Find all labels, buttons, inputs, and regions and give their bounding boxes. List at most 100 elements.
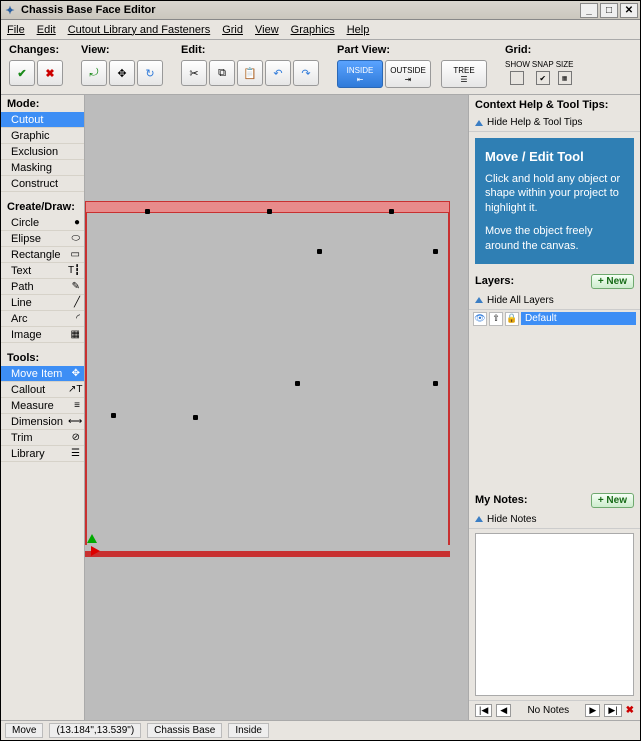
right-panel: Context Help & Tool Tips: Hide Help & To… bbox=[469, 95, 640, 720]
view-label: View: bbox=[81, 44, 163, 56]
tool-trim[interactable]: Trim⊘ bbox=[1, 430, 84, 446]
status-bar: Move (13.184",13.539") Chassis Base Insi… bbox=[1, 720, 640, 740]
layer-name[interactable]: Default bbox=[521, 312, 636, 325]
draw-arc[interactable]: Arc◜ bbox=[1, 311, 84, 327]
lock-icon[interactable]: 🔒 bbox=[505, 312, 519, 326]
grid-show-check[interactable] bbox=[510, 71, 524, 85]
accept-button[interactable]: ✔ bbox=[9, 60, 35, 86]
create-header: Create/Draw: bbox=[1, 198, 84, 215]
tool-measure[interactable]: Measure≡ bbox=[1, 398, 84, 414]
tree-button[interactable]: TREE☰ bbox=[441, 60, 487, 88]
menu-view[interactable]: View bbox=[255, 24, 279, 36]
grid-size-button[interactable]: ▦ bbox=[558, 71, 572, 85]
tool-callout[interactable]: Callout↗T bbox=[1, 382, 84, 398]
note-prev-button[interactable]: ◀ bbox=[496, 704, 511, 717]
redo-button[interactable]: ↷ bbox=[293, 60, 319, 86]
note-first-button[interactable]: |◀ bbox=[475, 704, 492, 717]
grid-label: Grid: bbox=[505, 44, 573, 56]
menu-file[interactable]: File bbox=[7, 24, 25, 36]
changes-label: Changes: bbox=[9, 44, 63, 56]
cut-button[interactable]: ✂ bbox=[181, 60, 207, 86]
status-coord: (13.184",13.539") bbox=[49, 723, 141, 738]
menu-bar: File Edit Cutout Library and Fasteners G… bbox=[1, 20, 640, 40]
draw-rectangle[interactable]: Rectangle▭ bbox=[1, 247, 84, 263]
draw-circle[interactable]: Circle● bbox=[1, 215, 84, 231]
axis-x-arrow bbox=[91, 546, 100, 556]
zoom-fit-button[interactable]: ⤾ bbox=[81, 60, 107, 86]
note-new-button[interactable]: + New bbox=[591, 493, 634, 508]
text-icon: T┇ bbox=[68, 265, 80, 276]
layer-new-button[interactable]: + New bbox=[591, 274, 634, 289]
draw-text[interactable]: TextT┇ bbox=[1, 263, 84, 279]
group-changes: Changes: ✔ ✖ bbox=[9, 44, 63, 86]
tools-header: Tools: bbox=[1, 349, 84, 366]
reject-button[interactable]: ✖ bbox=[37, 60, 63, 86]
tooltip-body-1: Click and hold any object or shape withi… bbox=[485, 172, 624, 217]
draw-line[interactable]: Line╱ bbox=[1, 295, 84, 311]
notes-textarea[interactable] bbox=[475, 533, 634, 696]
mode-construct[interactable]: Construct bbox=[1, 176, 84, 192]
note-last-button[interactable]: ▶| bbox=[604, 704, 621, 717]
menu-edit[interactable]: Edit bbox=[37, 24, 56, 36]
window-title: Chassis Base Face Editor bbox=[21, 4, 156, 16]
title-bar: ✦ Chassis Base Face Editor _ □ ✕ bbox=[1, 1, 640, 20]
group-view: View: ⤾ ✥ ↻ bbox=[81, 44, 163, 86]
up-icon[interactable]: ⇧ bbox=[489, 312, 503, 326]
collapse-icon bbox=[475, 120, 483, 126]
tooltip-title: Move / Edit Tool bbox=[485, 148, 624, 166]
grid-show-label: SHOW bbox=[505, 60, 530, 69]
mode-header: Mode: bbox=[1, 95, 84, 112]
draw-ellipse[interactable]: Elipse⬭ bbox=[1, 231, 84, 247]
maximize-button[interactable]: □ bbox=[600, 3, 618, 18]
tooltip-body-2: Move the object freely around the canvas… bbox=[485, 224, 624, 254]
tool-move-item[interactable]: Move Item✥ bbox=[1, 366, 84, 382]
tips-header: Context Help & Tool Tips: bbox=[469, 95, 640, 114]
mode-graphic[interactable]: Graphic bbox=[1, 128, 84, 144]
partview-label: Part View: bbox=[337, 44, 487, 56]
notes-hide[interactable]: Hide Notes bbox=[469, 511, 640, 529]
image-icon: ▦ bbox=[68, 329, 80, 340]
refresh-button[interactable]: ↻ bbox=[137, 60, 163, 86]
paste-button[interactable]: 📋 bbox=[237, 60, 263, 86]
menu-help[interactable]: Help bbox=[347, 24, 370, 36]
arc-icon: ◜ bbox=[68, 313, 80, 324]
group-grid: Grid: SHOW SNAP✔ SIZE▦ bbox=[505, 44, 573, 85]
inside-button[interactable]: INSIDE⇤ bbox=[337, 60, 383, 88]
edit-label: Edit: bbox=[181, 44, 319, 56]
group-edit: Edit: ✂ ⧉ 📋 ↶ ↷ bbox=[181, 44, 319, 86]
note-delete-button[interactable]: ✖ bbox=[626, 705, 634, 716]
mode-exclusion[interactable]: Exclusion bbox=[1, 144, 84, 160]
app-icon: ✦ bbox=[3, 3, 17, 17]
chassis-face[interactable] bbox=[85, 201, 450, 557]
eye-icon[interactable]: 👁 bbox=[473, 312, 487, 326]
move-icon: ✥ bbox=[68, 368, 80, 379]
note-next-button[interactable]: ▶ bbox=[585, 704, 600, 717]
draw-image[interactable]: Image▦ bbox=[1, 327, 84, 343]
grid-snap-label: SNAP bbox=[532, 60, 554, 69]
pan-button[interactable]: ✥ bbox=[109, 60, 135, 86]
grid-snap-check[interactable]: ✔ bbox=[536, 71, 550, 85]
tips-hide[interactable]: Hide Help & Tool Tips bbox=[469, 114, 640, 132]
group-partview: Part View: INSIDE⇤ OUTSIDE⇥ TREE☰ bbox=[337, 44, 487, 88]
layer-row[interactable]: 👁 ⇧ 🔒 Default bbox=[469, 310, 640, 328]
trim-icon: ⊘ bbox=[68, 432, 80, 443]
menu-cutout-library[interactable]: Cutout Library and Fasteners bbox=[68, 24, 210, 36]
copy-button[interactable]: ⧉ bbox=[209, 60, 235, 86]
outside-button[interactable]: OUTSIDE⇥ bbox=[385, 60, 431, 88]
mode-masking[interactable]: Masking bbox=[1, 160, 84, 176]
minimize-button[interactable]: _ bbox=[580, 3, 598, 18]
layers-header: Layers: + New bbox=[469, 270, 640, 292]
path-icon: ✎ bbox=[68, 281, 80, 292]
tool-dimension[interactable]: Dimension⟷ bbox=[1, 414, 84, 430]
tool-library[interactable]: Library☰ bbox=[1, 446, 84, 462]
menu-graphics[interactable]: Graphics bbox=[291, 24, 335, 36]
toolbar: Changes: ✔ ✖ View: ⤾ ✥ ↻ Edit: ✂ ⧉ 📋 ↶ ↷ bbox=[1, 40, 640, 95]
notes-nav: |◀ ◀ No Notes ▶ ▶| ✖ bbox=[469, 700, 640, 720]
close-button[interactable]: ✕ bbox=[620, 3, 638, 18]
draw-path[interactable]: Path✎ bbox=[1, 279, 84, 295]
mode-cutout[interactable]: Cutout bbox=[1, 112, 84, 128]
menu-grid[interactable]: Grid bbox=[222, 24, 243, 36]
canvas[interactable] bbox=[85, 95, 469, 720]
undo-button[interactable]: ↶ bbox=[265, 60, 291, 86]
layers-hide[interactable]: Hide All Layers bbox=[469, 292, 640, 310]
